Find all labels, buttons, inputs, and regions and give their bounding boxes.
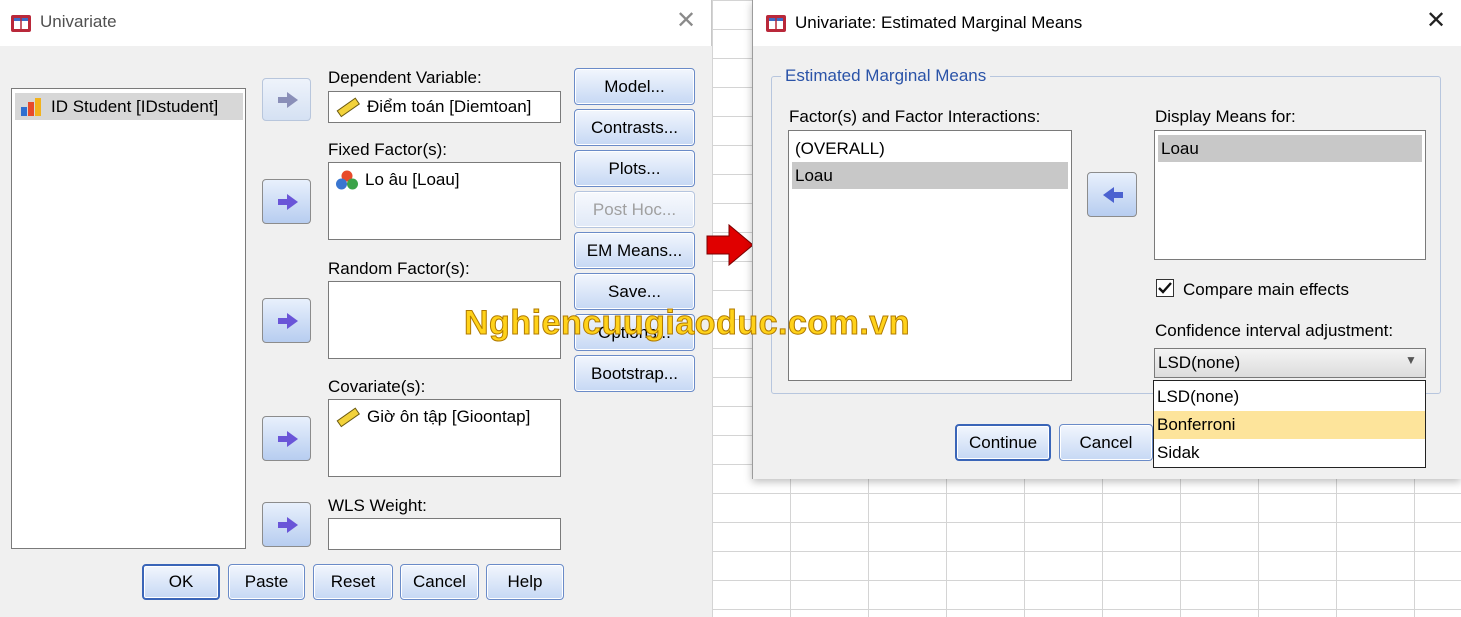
univariate-dialog: Univariate ✕ ID Student [IDstudent] Depe… bbox=[0, 0, 712, 617]
factor-item[interactable]: (OVERALL) bbox=[792, 136, 1068, 162]
univariate-titlebar: Univariate ✕ bbox=[0, 0, 712, 46]
univariate-body: ID Student [IDstudent] Dependent Variabl… bbox=[0, 46, 712, 617]
variable-list[interactable]: ID Student [IDstudent] bbox=[11, 88, 246, 549]
emm-group-label: Estimated Marginal Means bbox=[781, 66, 991, 86]
move-to-covariate-button[interactable] bbox=[262, 416, 311, 461]
plots-button[interactable]: Plots... bbox=[574, 150, 695, 187]
spss-app-icon bbox=[11, 15, 31, 32]
chevron-down-icon: ▼ bbox=[1405, 353, 1417, 367]
bootstrap-button-label: Bootstrap... bbox=[591, 363, 678, 383]
em-means-button[interactable]: EM Means... bbox=[574, 232, 695, 269]
arrow-left-icon bbox=[1103, 187, 1123, 203]
wls-weight-label: WLS Weight: bbox=[328, 496, 427, 515]
move-to-dependent-button[interactable] bbox=[262, 78, 311, 121]
move-to-display-button[interactable] bbox=[1087, 172, 1137, 217]
em-means-button-label: EM Means... bbox=[586, 240, 683, 260]
emm-titlebar: Univariate: Estimated Marginal Means ✕ bbox=[753, 0, 1461, 46]
emm-title: Univariate: Estimated Marginal Means bbox=[795, 13, 1083, 32]
dependent-label: Dependent Variable: bbox=[328, 68, 482, 87]
post-hoc-button-label: Post Hoc... bbox=[592, 199, 677, 219]
save-button[interactable]: Save... bbox=[574, 273, 695, 310]
dropdown-option-highlighted[interactable]: Bonferroni bbox=[1154, 411, 1425, 439]
variable-item[interactable]: ID Student [IDstudent] bbox=[15, 93, 243, 120]
help-button[interactable]: Help bbox=[486, 564, 564, 600]
ci-adjustment-value: LSD(none) bbox=[1158, 353, 1241, 372]
fixed-factor-value: Lo âu [Loau] bbox=[365, 170, 460, 189]
cancel-button-label: Cancel bbox=[413, 572, 466, 591]
save-button-label: Save... bbox=[608, 281, 661, 301]
random-factor-box[interactable] bbox=[328, 281, 561, 359]
red-arrow-icon bbox=[706, 223, 754, 267]
post-hoc-button[interactable]: Post Hoc... bbox=[574, 191, 695, 228]
fixed-factor-item[interactable]: Lo âu [Loau] bbox=[335, 169, 460, 191]
covariate-value: Giờ ôn tập [Gioontap] bbox=[367, 407, 531, 426]
ruler-icon bbox=[336, 407, 361, 428]
move-to-random-button[interactable] bbox=[262, 298, 311, 343]
dependent-value: Điểm toán [Diemtoan] bbox=[367, 97, 532, 116]
emm-close-icon[interactable]: ✕ bbox=[1426, 6, 1446, 35]
ok-button[interactable]: OK bbox=[142, 564, 220, 600]
help-button-label: Help bbox=[507, 572, 543, 591]
univariate-title: Univariate bbox=[40, 12, 117, 31]
random-factor-label: Random Factor(s): bbox=[328, 259, 470, 278]
paste-button-label: Paste bbox=[244, 572, 289, 591]
covariate-item[interactable]: Giờ ôn tập [Gioontap] bbox=[335, 406, 530, 428]
continue-button-label: Continue bbox=[968, 432, 1038, 452]
plots-button-label: Plots... bbox=[608, 158, 661, 178]
nominal-variable-icon bbox=[336, 170, 358, 190]
emm-cancel-button[interactable]: Cancel bbox=[1059, 424, 1153, 461]
display-means-label: Display Means for: bbox=[1155, 107, 1296, 126]
compare-main-effects-label: Compare main effects bbox=[1183, 280, 1349, 299]
ci-adjustment-select[interactable]: LSD(none) ▼ bbox=[1154, 348, 1426, 378]
move-to-wls-button[interactable] bbox=[262, 502, 311, 547]
model-button-label: Model... bbox=[604, 76, 665, 96]
move-to-fixed-button[interactable] bbox=[262, 179, 311, 224]
covariate-box[interactable]: Giờ ôn tập [Gioontap] bbox=[328, 399, 561, 477]
ok-button-label: OK bbox=[168, 572, 194, 591]
options-button-label: Options... bbox=[598, 322, 671, 342]
arrow-right-icon bbox=[278, 431, 298, 447]
compare-main-effects-checkbox[interactable] bbox=[1156, 279, 1174, 297]
arrow-right-icon bbox=[278, 92, 298, 108]
emm-cancel-button-label: Cancel bbox=[1079, 432, 1133, 452]
factor-item[interactable]: Loau bbox=[792, 162, 1068, 189]
model-button[interactable]: Model... bbox=[574, 68, 695, 105]
checkmark-icon bbox=[1158, 282, 1172, 294]
contrasts-button-label: Contrasts... bbox=[591, 117, 678, 137]
variable-label: ID Student [IDstudent] bbox=[51, 96, 219, 116]
arrow-right-icon bbox=[278, 194, 298, 210]
bootstrap-button[interactable]: Bootstrap... bbox=[574, 355, 695, 392]
arrow-right-icon bbox=[278, 517, 298, 533]
univariate-close-icon[interactable]: ✕ bbox=[676, 6, 696, 35]
scale-variable-icon bbox=[21, 97, 41, 116]
fixed-factor-box[interactable]: Lo âu [Loau] bbox=[328, 162, 561, 240]
contrasts-button[interactable]: Contrasts... bbox=[574, 109, 695, 146]
dropdown-option[interactable]: LSD(none) bbox=[1154, 383, 1425, 411]
display-item[interactable]: Loau bbox=[1158, 135, 1422, 162]
dependent-box[interactable]: Điểm toán [Diemtoan] bbox=[328, 91, 561, 123]
reset-button[interactable]: Reset bbox=[313, 564, 393, 600]
ruler-icon bbox=[336, 97, 361, 118]
options-button[interactable]: Options... bbox=[574, 314, 695, 351]
dropdown-option[interactable]: Sidak bbox=[1154, 439, 1425, 467]
factors-label: Factor(s) and Factor Interactions: bbox=[789, 107, 1041, 126]
reset-button-label: Reset bbox=[330, 572, 376, 591]
spss-app-icon bbox=[766, 15, 786, 32]
wls-weight-box[interactable] bbox=[328, 518, 561, 550]
paste-button[interactable]: Paste bbox=[228, 564, 305, 600]
ci-adjustment-dropdown: LSD(none) Bonferroni Sidak bbox=[1153, 380, 1426, 468]
continue-button[interactable]: Continue bbox=[955, 424, 1051, 461]
covariate-label: Covariate(s): bbox=[328, 377, 426, 396]
fixed-factor-label: Fixed Factor(s): bbox=[328, 140, 448, 159]
display-means-list[interactable]: Loau bbox=[1154, 130, 1426, 260]
factors-list[interactable]: (OVERALL) Loau bbox=[788, 130, 1072, 381]
arrow-right-icon bbox=[278, 313, 298, 329]
ci-adjustment-label: Confidence interval adjustment: bbox=[1155, 321, 1394, 340]
cancel-button[interactable]: Cancel bbox=[400, 564, 479, 600]
